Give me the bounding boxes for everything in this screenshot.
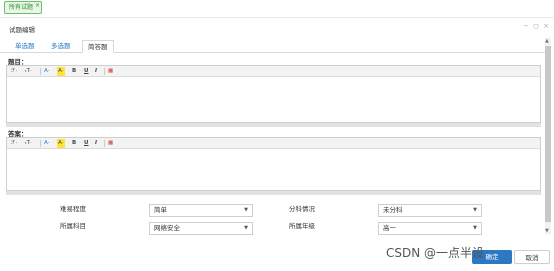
subject-label: 所属科目	[60, 222, 86, 230]
answer-editor[interactable]: ℱ· ₜT· A· A· B U I ▦	[6, 137, 541, 191]
top-tab-bar: 所有试题 ×	[0, 0, 554, 16]
subject-value: 网络安全	[154, 224, 180, 232]
scrollbar-thumb[interactable]	[545, 46, 551, 222]
cancel-button[interactable]: 取消	[514, 250, 550, 264]
toolbar-divider	[40, 140, 41, 147]
font-color-icon[interactable]: A·	[44, 139, 50, 148]
underline-icon[interactable]: U	[84, 139, 88, 148]
bold-icon[interactable]: B	[72, 67, 76, 76]
grade-select[interactable]: 高一 ▼	[378, 222, 482, 235]
tab-short-answer[interactable]: 简答题	[82, 40, 114, 53]
font-size-icon[interactable]: ₜT·	[25, 139, 32, 148]
subject-select[interactable]: 网络安全 ▼	[149, 222, 253, 235]
answer-toolbar: ℱ· ₜT· A· A· B U I ▦	[7, 138, 540, 149]
chevron-down-icon: ▼	[244, 225, 248, 231]
window-controls-icon[interactable]: − ◻ ×	[523, 22, 550, 30]
scroll-up-icon[interactable]: ▲	[545, 38, 549, 44]
watermark: CSDN @一点半设	[386, 246, 485, 260]
window-title: 试题编辑	[9, 26, 35, 34]
grade-label: 所属年级	[289, 222, 315, 230]
score-label: 分科情况	[289, 205, 315, 213]
question-edit-window: 试题编辑 − ◻ × 单选题 多选题 简答题 题目： ℱ· ₜT· A· A· …	[0, 17, 554, 271]
toolbar-divider	[104, 140, 105, 147]
font-family-icon[interactable]: ℱ·	[11, 67, 17, 76]
question-type-tabs: 单选题 多选题 简答题	[0, 38, 546, 53]
chevron-down-icon: ▼	[473, 207, 477, 213]
italic-icon[interactable]: I	[95, 67, 97, 76]
tab-all-questions-label: 所有试题	[9, 4, 34, 11]
vertical-scrollbar[interactable]: ▲ ▼	[545, 38, 551, 234]
font-size-icon[interactable]: ₜT·	[25, 67, 32, 76]
chevron-down-icon: ▼	[244, 207, 248, 213]
close-icon[interactable]: ×	[35, 0, 40, 11]
table-icon[interactable]: ▦	[108, 67, 113, 76]
question-editor[interactable]: ℱ· ₜT· A· A· B U I ▦	[6, 65, 541, 123]
question-toolbar: ℱ· ₜT· A· A· B U I ▦	[7, 66, 540, 77]
font-color-icon[interactable]: A·	[44, 67, 50, 76]
font-family-icon[interactable]: ℱ·	[11, 139, 17, 148]
question-editor-resize-handle[interactable]	[6, 123, 541, 127]
difficulty-value: 简单	[154, 206, 167, 214]
table-icon[interactable]: ▦	[108, 139, 113, 148]
scroll-down-icon[interactable]: ▼	[545, 228, 549, 234]
chevron-down-icon: ▼	[473, 225, 477, 231]
answer-editor-resize-handle[interactable]	[6, 191, 541, 195]
score-value: 未分科	[383, 206, 403, 214]
bold-icon[interactable]: B	[72, 139, 76, 148]
background-color-icon[interactable]: A·	[57, 67, 65, 76]
score-select[interactable]: 未分科 ▼	[378, 204, 482, 217]
toolbar-divider	[104, 68, 105, 75]
tab-multiple-choice[interactable]: 多选题	[46, 40, 76, 53]
tab-single-choice[interactable]: 单选题	[10, 40, 40, 53]
background-color-icon[interactable]: A·	[57, 139, 65, 148]
italic-icon[interactable]: I	[95, 139, 97, 148]
grade-value: 高一	[383, 224, 396, 232]
underline-icon[interactable]: U	[84, 67, 88, 76]
difficulty-select[interactable]: 简单 ▼	[149, 204, 253, 217]
difficulty-label: 难易程度	[60, 205, 86, 213]
toolbar-divider	[40, 68, 41, 75]
tab-all-questions[interactable]: 所有试题 ×	[4, 0, 43, 14]
